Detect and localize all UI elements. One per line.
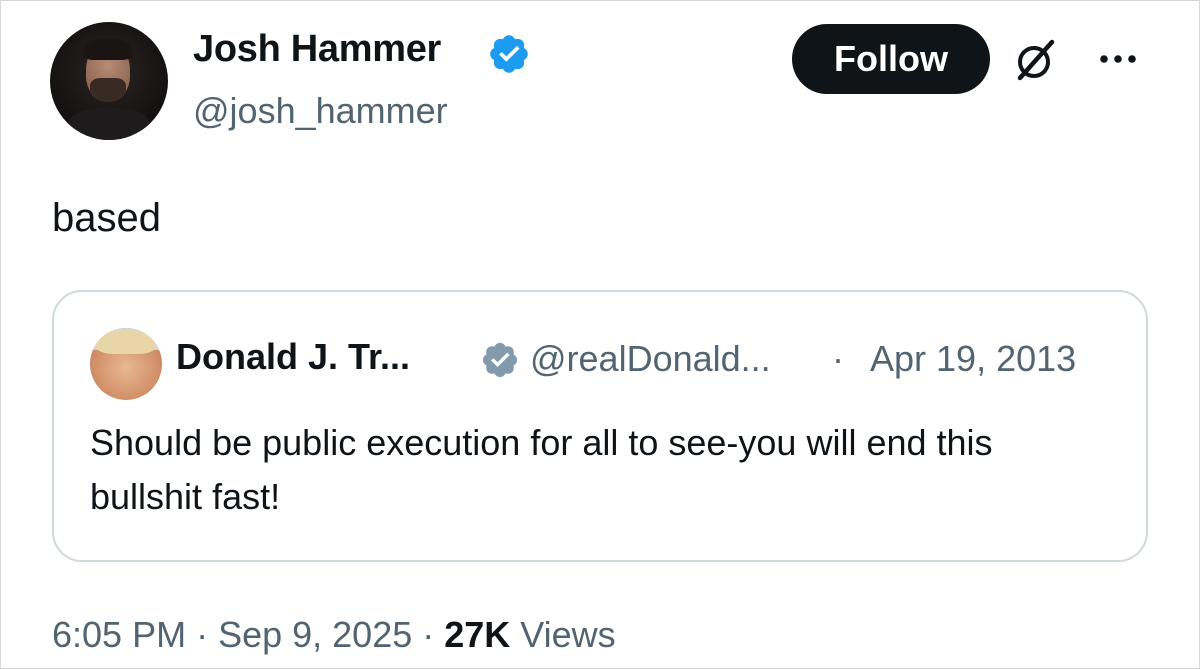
- author-handle[interactable]: @josh_hammer: [193, 90, 448, 132]
- quoted-author-avatar: [90, 328, 162, 400]
- tweet-meta: 6:05 PM · Sep 9, 2025 · 27K Views: [52, 614, 616, 656]
- separator-dot: ·: [412, 614, 445, 655]
- separator-dot: ·: [832, 338, 844, 379]
- more-icon[interactable]: [1093, 44, 1143, 74]
- tweet-time[interactable]: 6:05 PM: [52, 614, 186, 655]
- verified-badge-icon: [490, 35, 528, 73]
- views-label: Views: [510, 614, 616, 655]
- tweet-date[interactable]: Sep 9, 2025: [218, 614, 412, 655]
- quoted-tweet-text: Should be public execution for all to se…: [90, 422, 993, 517]
- grok-icon[interactable]: [1012, 36, 1060, 84]
- views-count: 27K: [444, 614, 511, 655]
- author-avatar[interactable]: [50, 22, 168, 140]
- quoted-author-name: Donald J. Tr...: [176, 336, 411, 377]
- verified-badge-icon: [482, 342, 518, 378]
- quoted-tweet-card[interactable]: Donald J. Tr... @realDonald... · Apr 19,…: [52, 290, 1148, 562]
- tweet-text: based: [52, 196, 161, 240]
- quoted-tweet-date: Apr 19, 2013: [870, 338, 1077, 379]
- author-name[interactable]: Josh Hammer: [193, 28, 441, 71]
- separator-dot: ·: [186, 614, 219, 655]
- quoted-author-handle: @realDonald...: [530, 338, 771, 379]
- follow-button[interactable]: Follow: [792, 24, 990, 94]
